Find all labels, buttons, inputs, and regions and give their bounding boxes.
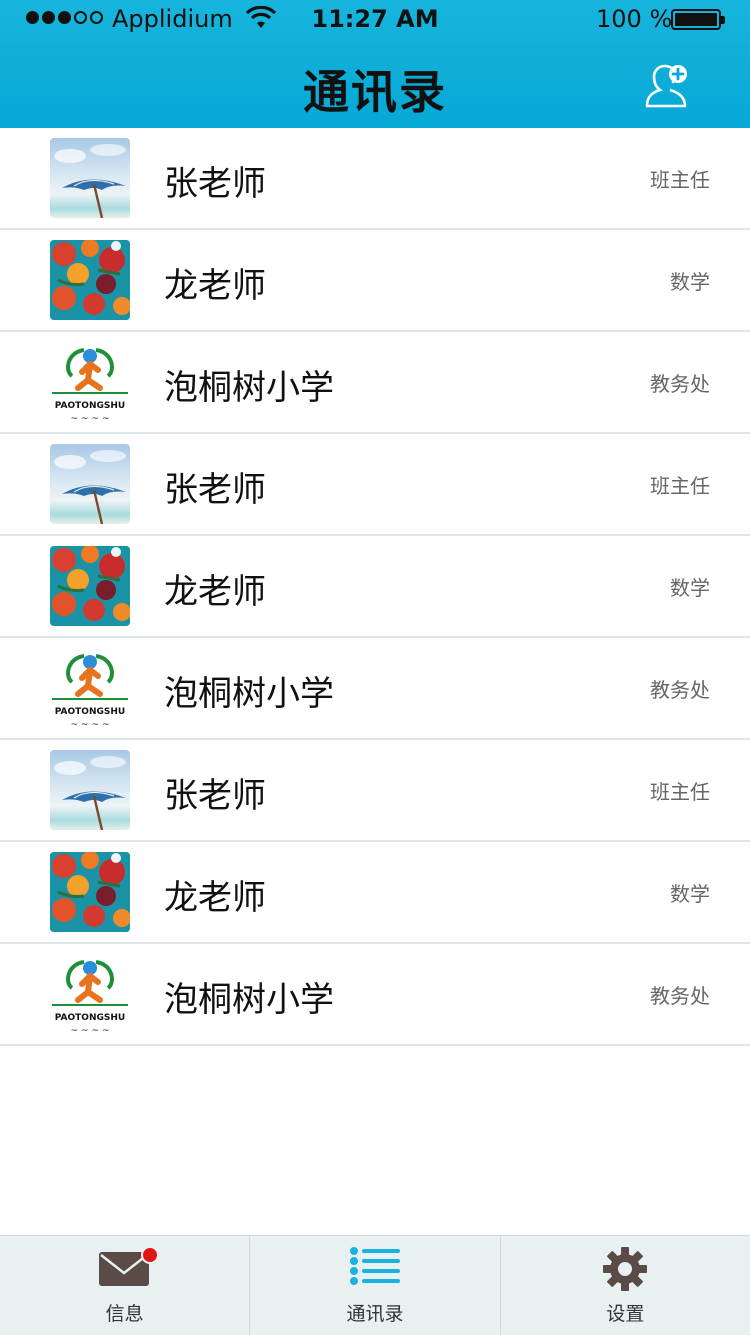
- contact-avatar: PAOTONGSHU ~ ~ ~ ~: [50, 342, 130, 422]
- contact-name: 泡桐树小学: [164, 674, 334, 714]
- tab-settings-label: 设置: [606, 1303, 645, 1325]
- contact-avatar: [50, 852, 130, 932]
- contact-role: 班主任: [650, 168, 710, 192]
- battery-percent: 100 %: [596, 5, 673, 33]
- contact-name: 龙老师: [164, 878, 266, 918]
- gear-icon: [602, 1246, 648, 1296]
- contact-name: 龙老师: [164, 572, 266, 612]
- battery-icon: [671, 9, 725, 30]
- contact-row[interactable]: 龙老师 数学: [0, 842, 750, 944]
- contact-avatar: [50, 138, 130, 218]
- add-contact-icon: [645, 64, 687, 108]
- contact-name: 张老师: [164, 776, 266, 816]
- tab-messages[interactable]: 信息: [0, 1236, 249, 1335]
- header: Applidium 11:27 AM 100 % 通讯录: [0, 0, 750, 128]
- contact-role: 数学: [670, 882, 710, 906]
- contact-role: 数学: [670, 576, 710, 600]
- contact-role: 教务处: [650, 372, 710, 396]
- tab-messages-label: 信息: [105, 1303, 144, 1325]
- contact-role: 教务处: [650, 678, 710, 702]
- svg-text:~ ~ ~ ~: ~ ~ ~ ~: [71, 720, 110, 728]
- add-contact-button[interactable]: [643, 62, 691, 108]
- contact-name: 张老师: [164, 470, 266, 510]
- tab-contacts-label: 通讯录: [346, 1303, 404, 1325]
- contact-row[interactable]: PAOTONGSHU ~ ~ ~ ~ 泡桐树小学 教务处: [0, 332, 750, 434]
- contact-name: 泡桐树小学: [164, 980, 334, 1020]
- contact-avatar: [50, 444, 130, 524]
- contact-row[interactable]: PAOTONGSHU ~ ~ ~ ~ 泡桐树小学 教务处: [0, 638, 750, 740]
- status-bar: Applidium 11:27 AM 100 %: [0, 0, 750, 40]
- notification-badge: [141, 1246, 159, 1264]
- contact-row[interactable]: PAOTONGSHU ~ ~ ~ ~ 泡桐树小学 教务处: [0, 944, 750, 1046]
- contact-row[interactable]: 龙老师 数学: [0, 230, 750, 332]
- contact-role: 班主任: [650, 780, 710, 804]
- contact-avatar: [50, 240, 130, 320]
- tab-settings[interactable]: 设置: [499, 1236, 750, 1335]
- contact-row[interactable]: 张老师 班主任: [0, 128, 750, 230]
- contact-role: 班主任: [650, 474, 710, 498]
- school-logo-text: PAOTONGSHU: [55, 707, 125, 717]
- svg-text:~ ~ ~ ~: ~ ~ ~ ~: [71, 1026, 110, 1034]
- contact-avatar: [50, 546, 130, 626]
- school-logo-text: PAOTONGSHU: [55, 401, 125, 411]
- contact-role: 数学: [670, 270, 710, 294]
- tab-contacts[interactable]: 通讯录: [249, 1236, 499, 1335]
- contact-row[interactable]: 龙老师 数学: [0, 536, 750, 638]
- contact-row[interactable]: 张老师 班主任: [0, 740, 750, 842]
- school-logo-text: PAOTONGSHU: [55, 1013, 125, 1023]
- contact-role: 教务处: [650, 984, 710, 1008]
- contact-name: 龙老师: [164, 266, 266, 306]
- page-title: 通讯录: [303, 65, 447, 119]
- tab-bar: 信息 通讯录 设置: [0, 1235, 750, 1335]
- contact-avatar: PAOTONGSHU ~ ~ ~ ~: [50, 648, 130, 728]
- contact-avatar: [50, 750, 130, 830]
- svg-text:~ ~ ~ ~: ~ ~ ~ ~: [71, 414, 110, 422]
- list-icon: [349, 1246, 401, 1292]
- contact-name: 泡桐树小学: [164, 368, 334, 408]
- contact-list: 张老师 班主任 龙老师 数学 PAOTONGSHU ~ ~ ~ ~ 泡桐树小学 教务处…: [0, 128, 750, 1046]
- contact-row[interactable]: 张老师 班主任: [0, 434, 750, 536]
- contact-name: 张老师: [164, 164, 266, 204]
- contact-avatar: PAOTONGSHU ~ ~ ~ ~: [50, 954, 130, 1034]
